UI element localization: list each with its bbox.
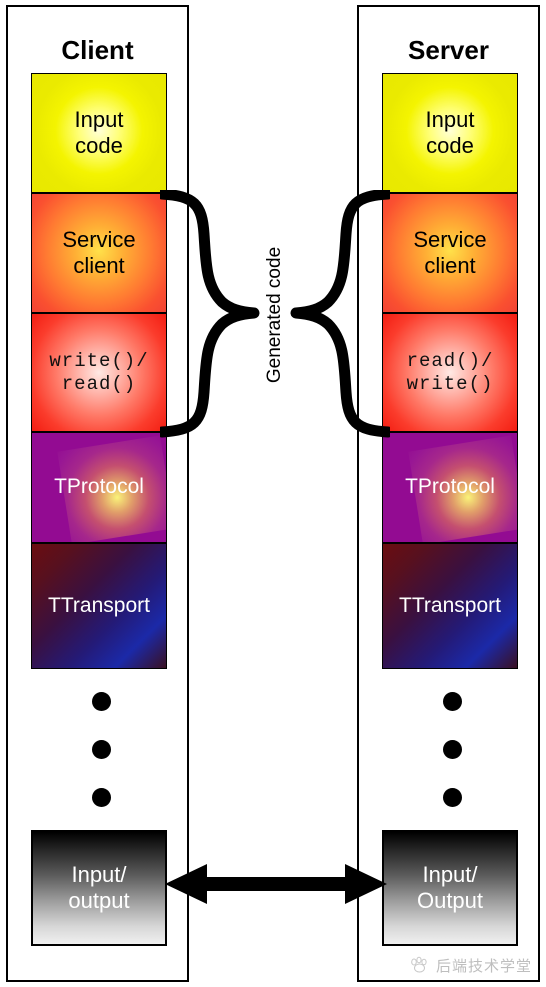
ellipsis-dot: [443, 740, 462, 759]
watermark-text: 后端技术学堂: [436, 956, 533, 975]
generated-code-connector: Generated code: [156, 188, 394, 440]
client-layer-service-client-label: Service client: [62, 227, 136, 278]
client-layer-ttransport-label: TTransport: [48, 593, 150, 617]
client-layer-stack: Input code Service client write()/ read(…: [31, 73, 167, 669]
bidirectional-arrow-icon: [165, 864, 387, 904]
ellipsis-dot: [443, 692, 462, 711]
client-layer-ttransport: TTransport: [31, 543, 167, 669]
watermark: 后端技术学堂: [410, 950, 540, 980]
server-layer-tprotocol: TProtocol: [382, 432, 518, 543]
server-layer-ttransport: TTransport: [382, 543, 518, 669]
server-layer-stack: Input code Service client read()/ write(…: [382, 73, 518, 669]
arrow-shape: [165, 864, 387, 904]
client-input-output-box: Input/ output: [31, 830, 167, 946]
left-curly-brace-icon: [156, 188, 260, 438]
generated-code-label: Generated code: [264, 246, 285, 384]
client-layer-input-code: Input code: [31, 73, 167, 193]
server-layer-read-write: read()/ write(): [382, 313, 518, 432]
server-input-output-box: Input/ Output: [382, 830, 518, 946]
client-input-output-label: Input/ output: [68, 862, 130, 913]
client-ellipsis: [31, 680, 167, 820]
server-title: Server: [408, 35, 489, 65]
client-layer-write-read: write()/ read(): [31, 313, 167, 432]
server-layer-tprotocol-label: TProtocol: [405, 475, 495, 499]
paw-icon: [411, 956, 427, 973]
client-layer-tprotocol: TProtocol: [31, 432, 167, 543]
server-layer-service-client-label: Service client: [413, 227, 487, 278]
client-layer-input-code-label: Input code: [74, 107, 124, 158]
client-title: Client: [61, 35, 134, 65]
ellipsis-dot: [443, 788, 462, 807]
server-layer-service-client: Service client: [382, 193, 518, 313]
server-ellipsis: [382, 680, 518, 820]
client-layer-tprotocol-label: TProtocol: [54, 475, 144, 499]
server-input-output-label: Input/ Output: [416, 862, 484, 913]
io-bidirectional-arrow: [165, 862, 387, 906]
right-curly-brace-icon: [290, 188, 394, 438]
server-layer-input-code: Input code: [382, 73, 518, 193]
server-layer-input-code-label: Input code: [425, 107, 475, 158]
server-layer-ttransport-label: TTransport: [399, 593, 501, 617]
ellipsis-dot: [92, 740, 111, 759]
client-layer-service-client: Service client: [31, 193, 167, 313]
server-layer-read-write-label: read()/ write(): [406, 350, 494, 395]
diagram-canvas: Client Input code Service client write()…: [0, 0, 546, 987]
client-layer-write-read-label: write()/ read(): [49, 350, 149, 395]
ellipsis-dot: [92, 788, 111, 807]
ellipsis-dot: [92, 692, 111, 711]
